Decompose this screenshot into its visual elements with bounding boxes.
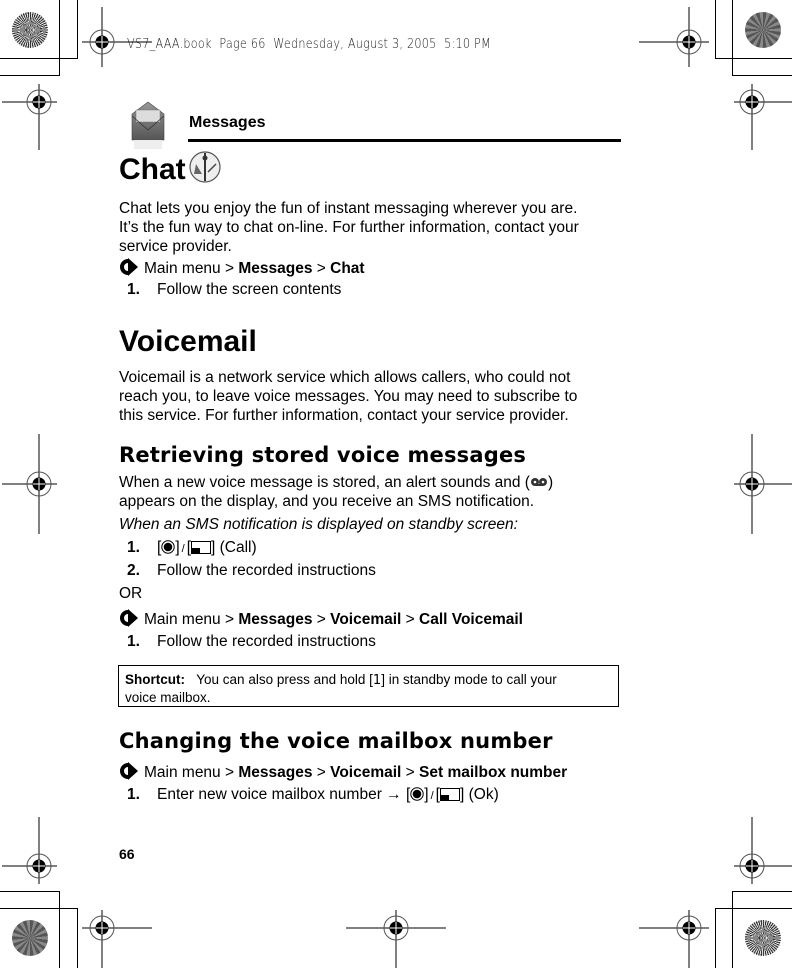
retrieving-description: When a new voice message is stored, an a… bbox=[119, 474, 554, 510]
changing-heading: Changing the voice mailbox number bbox=[119, 729, 553, 753]
call-voicemail-menu-path: Main menu > Messages > Voicemail > Call … bbox=[119, 609, 523, 629]
chapter-title: Messages bbox=[189, 114, 266, 131]
print-header: VS7_AAA.book Page 66 Wednesday, August 3… bbox=[127, 37, 491, 52]
shortcut-note: Shortcut: You can also press and hold [1… bbox=[118, 665, 619, 707]
or-label: OR bbox=[119, 585, 143, 602]
arrow-right-icon: → bbox=[386, 786, 402, 803]
menu-path-arrow-icon bbox=[120, 258, 138, 276]
retrieving-step-2: 2. Follow the recorded instructions bbox=[127, 562, 376, 579]
menu-path-arrow-icon bbox=[120, 762, 138, 780]
left-softkey-icon bbox=[439, 788, 460, 801]
call-voicemail-step-1: 1. Follow the recorded instructions bbox=[127, 633, 376, 650]
envelope-icon bbox=[131, 101, 165, 149]
chat-heading: Chat bbox=[119, 150, 222, 187]
page-number: 66 bbox=[119, 846, 135, 862]
ok-key-icon bbox=[161, 540, 176, 554]
key-1: 1 bbox=[372, 673, 382, 688]
menu-path-arrow-icon bbox=[120, 609, 138, 627]
chat-satellite-icon bbox=[189, 151, 221, 183]
voicemail-icon bbox=[530, 478, 547, 486]
voicemail-heading: Voicemail bbox=[119, 325, 257, 358]
retrieving-heading: Retrieving stored voice messages bbox=[119, 443, 527, 467]
chapter-rule bbox=[188, 139, 621, 142]
ok-key-icon bbox=[410, 787, 424, 801]
changing-step-1: 1. Enter new voice mailbox number → [] /[]… bbox=[127, 786, 499, 803]
set-mailbox-menu-path: Main menu > Messages > Voicemail > Set m… bbox=[119, 762, 567, 782]
chat-step-1: 1. Follow the screen contents bbox=[127, 281, 342, 298]
chat-description: Chat lets you enjoy the fun of instant m… bbox=[119, 200, 579, 255]
color-disc-icon bbox=[745, 920, 781, 956]
voicemail-description: Voicemail is a network service which all… bbox=[119, 369, 578, 424]
retrieving-step-1: 1.[] /[] (Call) bbox=[127, 539, 257, 556]
color-disc-icon bbox=[745, 12, 781, 48]
color-disc-icon bbox=[12, 12, 48, 48]
standby-note: When an SMS notification is displayed on… bbox=[119, 516, 518, 533]
color-disc-icon bbox=[12, 920, 48, 956]
chat-menu-path: Main menu > Messages > Chat bbox=[119, 258, 365, 278]
left-softkey-icon bbox=[191, 541, 211, 554]
